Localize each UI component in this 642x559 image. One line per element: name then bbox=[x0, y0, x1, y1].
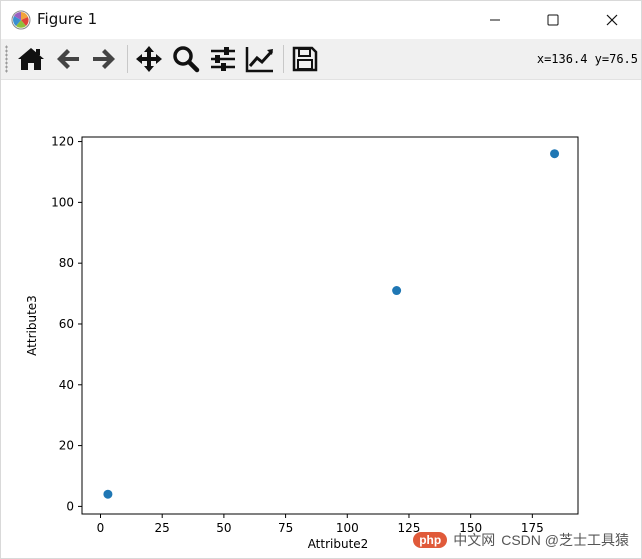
window-title: Figure 1 bbox=[37, 10, 98, 28]
floppy-disk-icon bbox=[292, 46, 318, 72]
x-tick-label: 100 bbox=[336, 521, 359, 535]
minimize-icon bbox=[490, 19, 500, 21]
title-bar[interactable]: Figure 1 bbox=[1, 1, 641, 39]
watermark: php 中文网 CSDN @芝士工具猿 bbox=[413, 530, 629, 550]
save-button[interactable] bbox=[288, 42, 322, 76]
zoom-button[interactable] bbox=[169, 42, 203, 76]
back-button[interactable] bbox=[51, 42, 85, 76]
magnifier-icon bbox=[173, 46, 200, 73]
scatter-point bbox=[392, 286, 402, 296]
move-icon bbox=[136, 46, 162, 72]
maximize-icon bbox=[547, 14, 559, 26]
scatter-point bbox=[103, 489, 113, 499]
arrow-right-icon bbox=[93, 49, 115, 69]
toolbar-separator bbox=[127, 45, 128, 73]
scatter-chart[interactable]: 0 25 50 75 100 125 150 175020406080100120Attrib… bbox=[1, 80, 641, 558]
x-axis-label: Attribute2 bbox=[308, 537, 369, 551]
home-icon bbox=[18, 48, 44, 70]
arrow-left-icon bbox=[57, 49, 79, 69]
home-button[interactable] bbox=[14, 42, 48, 76]
configure-subplots-button[interactable] bbox=[206, 42, 240, 76]
x-tick-label: 50 bbox=[216, 521, 231, 535]
y-tick-label: 100 bbox=[51, 195, 74, 209]
y-tick-label: 40 bbox=[59, 378, 74, 392]
y-tick-label: 20 bbox=[59, 439, 74, 453]
sliders-icon bbox=[211, 47, 235, 71]
y-tick-label: 60 bbox=[59, 317, 74, 331]
pan-button[interactable] bbox=[132, 42, 166, 76]
y-axis-label: Attribute3 bbox=[25, 295, 39, 356]
close-button[interactable] bbox=[583, 1, 641, 39]
forward-button[interactable] bbox=[87, 42, 121, 76]
scatter-point bbox=[550, 149, 560, 159]
watermark-author: CSDN @芝士工具猿 bbox=[501, 532, 629, 548]
close-icon bbox=[606, 14, 618, 26]
matplotlib-logo-icon bbox=[11, 10, 31, 30]
line-chart-icon bbox=[245, 47, 274, 73]
toolbar-separator bbox=[283, 45, 284, 73]
x-tick-label: 25 bbox=[155, 521, 170, 535]
minimize-button[interactable] bbox=[466, 1, 524, 39]
navigation-toolbar: x=136.4 y=76.5 bbox=[1, 39, 641, 80]
x-tick-label: 0 bbox=[97, 521, 105, 535]
y-tick-label: 0 bbox=[66, 499, 74, 513]
toolbar-grip[interactable] bbox=[5, 45, 8, 73]
maximize-button[interactable] bbox=[524, 1, 582, 39]
figure-canvas[interactable]: 0 25 50 75 100 125 150 175 0 20 40 60 80 100 120 Attrib… bbox=[1, 80, 641, 558]
figure-window: Figure 1 x=136.4 y=76.5 0 25 50 75 100 1… bbox=[0, 0, 642, 559]
axes-frame bbox=[81, 136, 579, 515]
edit-axis-button[interactable] bbox=[243, 42, 277, 76]
watermark-site-name: 中文网 bbox=[453, 532, 496, 548]
x-tick-label: 75 bbox=[278, 521, 293, 535]
cursor-coordinates: x=136.4 y=76.5 bbox=[536, 52, 638, 66]
y-tick-label: 120 bbox=[51, 135, 74, 149]
watermark-site-logo: php bbox=[413, 532, 448, 548]
y-tick-label: 80 bbox=[59, 256, 74, 270]
